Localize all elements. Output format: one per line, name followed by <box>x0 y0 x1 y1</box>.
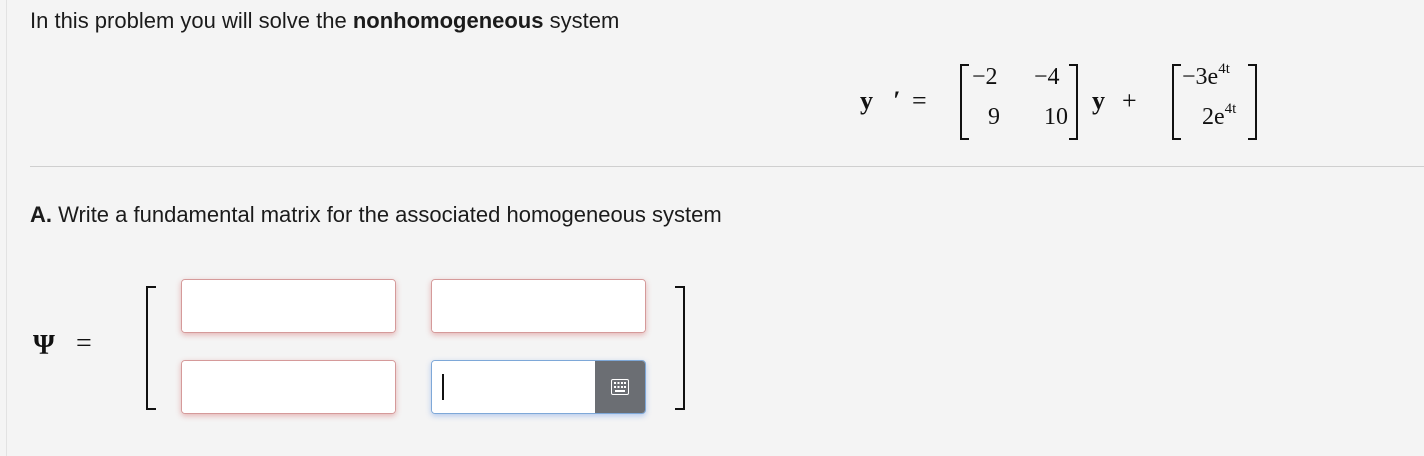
matrix-cell: 10 <box>1044 104 1068 130</box>
section-divider <box>30 166 1424 167</box>
part-a-text: Write a fundamental matrix for the assoc… <box>52 202 722 227</box>
part-a-prompt: A. Write a fundamental matrix for the as… <box>30 202 722 228</box>
matrix-cell: −2 <box>972 64 998 90</box>
forcing-exponent: 4t <box>1218 61 1230 77</box>
entry-input-2-1[interactable] <box>182 361 395 413</box>
matrix-entry-2-2 <box>431 360 646 414</box>
intro-bold: nonhomogeneous <box>352 8 544 33</box>
forcing-left-bracket <box>1172 64 1181 140</box>
intro-suffix: system <box>543 8 620 33</box>
forcing-cell-top: −3e4t <box>1182 61 1230 91</box>
entry-input-1-1[interactable] <box>182 280 395 332</box>
keyboard-grid-icon <box>611 379 629 395</box>
intro-text: In this problem you will solve the <box>30 8 353 33</box>
part-a-label: A. <box>30 202 52 227</box>
matrix-entry-1-1 <box>181 279 396 333</box>
answer-matrix-left-bracket <box>146 286 156 410</box>
entry-input-1-2[interactable] <box>432 280 645 332</box>
coef-matrix-right-bracket <box>1069 64 1078 140</box>
forcing-coef: −3e <box>1182 64 1219 90</box>
text-caret <box>442 374 444 400</box>
forcing-right-bracket <box>1248 64 1257 140</box>
plus-sign: + <box>1122 86 1137 115</box>
answer-matrix-right-bracket <box>675 286 685 410</box>
matrix-cell: −4 <box>1034 64 1060 90</box>
equation-equals: = <box>912 86 927 115</box>
forcing-coef: 2e <box>1202 104 1225 130</box>
forcing-cell-bottom: 2e4t <box>1202 101 1237 131</box>
matrix-cell: 9 <box>988 104 1000 130</box>
entry-input-2-2[interactable] <box>432 361 595 413</box>
left-border <box>6 0 7 456</box>
math-keyboard-button[interactable] <box>595 361 645 413</box>
psi-equals: = <box>76 328 92 359</box>
problem-intro: In this problem you will solve the nonho… <box>30 8 619 34</box>
matrix-entry-1-2 <box>431 279 646 333</box>
y-vector: y⃗ <box>1092 86 1126 115</box>
coef-matrix-left-bracket <box>960 64 969 140</box>
forcing-exponent: 4t <box>1224 101 1237 117</box>
y-prime: y⃗′ <box>860 86 901 115</box>
psi-symbol: Ψ <box>33 330 55 361</box>
matrix-entry-2-1 <box>181 360 396 414</box>
